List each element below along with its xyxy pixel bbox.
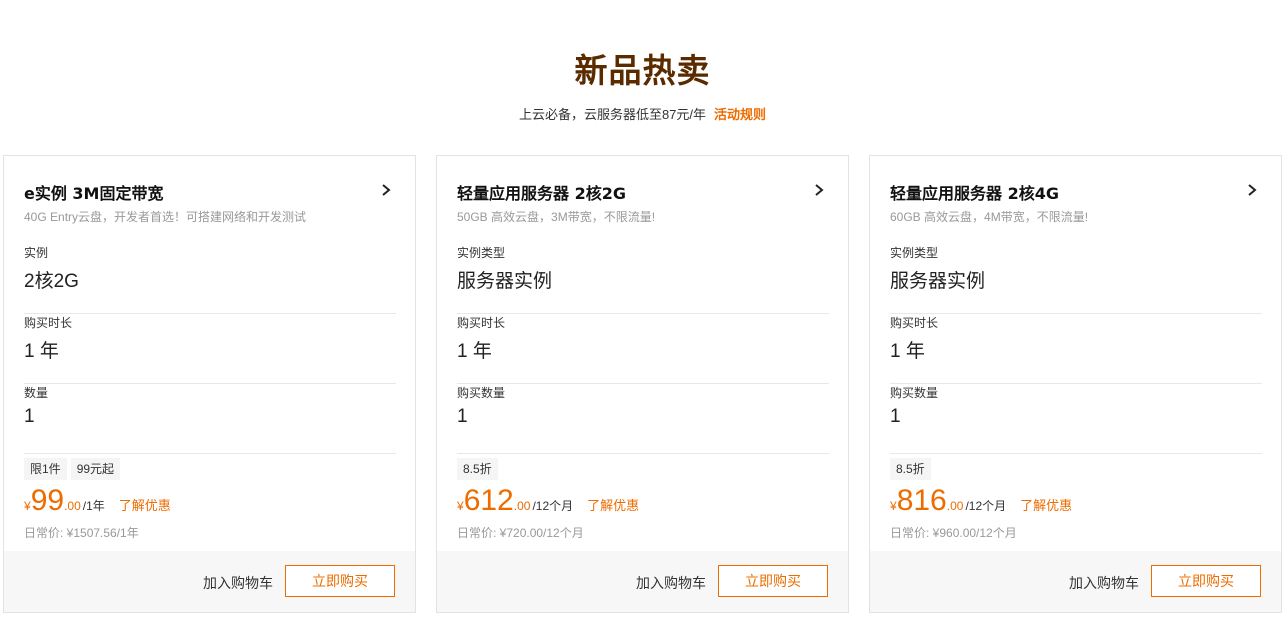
field-label: 购买时长 xyxy=(457,316,506,330)
duration-field[interactable]: 购买时长 1 年 xyxy=(890,314,1262,384)
add-to-cart-link[interactable]: 加入购物车 xyxy=(636,573,706,593)
card-footer: 加入购物车 立即购买 xyxy=(870,551,1281,612)
price-decimal: .00 xyxy=(513,499,531,513)
currency-symbol: ¥ xyxy=(890,499,897,513)
field-label: 实例类型 xyxy=(457,246,506,260)
field-value[interactable]: 2核2G xyxy=(24,266,79,293)
chevron-right-icon[interactable] xyxy=(1245,182,1259,198)
field-value[interactable]: 1 xyxy=(890,406,901,428)
section-title: 新品热卖 xyxy=(574,51,711,90)
tag: 8.5折 xyxy=(457,458,498,480)
field-label: 实例 xyxy=(24,246,49,260)
field-label: 购买时长 xyxy=(890,316,939,330)
instance-field[interactable]: 实例 2核2G xyxy=(24,244,396,314)
price-unit: /1年 xyxy=(82,499,105,513)
price-integer: 816 xyxy=(896,484,947,517)
product-card: 轻量应用服务器 2核2G 50GB 高效云盘，3M带宽，不限流量! 实例类型 服… xyxy=(436,155,849,613)
add-to-cart-link[interactable]: 加入购物车 xyxy=(1069,573,1139,593)
section-subtitle: 上云必备，云服务器低至87元/年 活动规则 xyxy=(0,104,1285,123)
card-description: 50GB 高效云盘，3M带宽，不限流量! xyxy=(457,210,656,224)
price-integer: 99 xyxy=(30,484,65,517)
quantity-field[interactable]: 购买数量 1 xyxy=(890,384,1262,454)
price: ¥612.00/12个月 了解优惠 xyxy=(457,484,639,518)
price-decimal: .00 xyxy=(64,499,81,513)
field-value[interactable]: 1 年 xyxy=(24,336,59,363)
card-description: 60GB 高效云盘，4M带宽，不限流量! xyxy=(890,210,1089,224)
tag-list: 8.5折 xyxy=(457,458,502,480)
price-unit: /12个月 xyxy=(965,499,1007,513)
tag: 限1件 xyxy=(24,458,67,480)
promo-link[interactable]: 了解优惠 xyxy=(587,498,639,513)
field-value[interactable]: 1 年 xyxy=(457,336,492,363)
chevron-right-icon[interactable] xyxy=(379,182,393,198)
quantity-field[interactable]: 数量 1 xyxy=(24,384,396,454)
regular-price: 日常价: ¥960.00/12个月 xyxy=(890,526,1017,540)
field-value[interactable]: 1 xyxy=(457,406,468,428)
tag-list: 8.5折 xyxy=(890,458,935,480)
field-label: 购买数量 xyxy=(890,386,939,400)
duration-field[interactable]: 购买时长 1 年 xyxy=(24,314,396,384)
rules-link[interactable]: 活动规则 xyxy=(714,107,766,122)
subtitle-text: 上云必备，云服务器低至87元/年 xyxy=(518,107,707,122)
buy-now-button[interactable]: 立即购买 xyxy=(1151,565,1261,597)
buy-now-button[interactable]: 立即购买 xyxy=(285,565,395,597)
card-title[interactable]: 轻量应用服务器 2核4G xyxy=(890,180,1059,204)
price: ¥816.00/12个月 了解优惠 xyxy=(890,484,1072,518)
price-unit: /12个月 xyxy=(532,499,574,513)
card-footer: 加入购物车 立即购买 xyxy=(4,551,415,612)
price: ¥99.00/1年 了解优惠 xyxy=(24,484,171,518)
field-label: 购买数量 xyxy=(457,386,506,400)
chevron-right-icon[interactable] xyxy=(812,182,826,198)
card-title[interactable]: 轻量应用服务器 2核2G xyxy=(457,180,626,204)
field-value[interactable]: 服务器实例 xyxy=(457,266,552,293)
currency-symbol: ¥ xyxy=(24,499,31,513)
tag: 99元起 xyxy=(70,458,121,480)
buy-now-button[interactable]: 立即购买 xyxy=(718,565,828,597)
add-to-cart-link[interactable]: 加入购物车 xyxy=(203,573,273,593)
quantity-field[interactable]: 购买数量 1 xyxy=(457,384,829,454)
card-title[interactable]: e实例 3M固定带宽 xyxy=(24,180,163,204)
tag: 8.5折 xyxy=(890,458,931,480)
field-label: 实例类型 xyxy=(890,246,939,260)
field-label: 数量 xyxy=(24,386,49,400)
promo-link[interactable]: 了解优惠 xyxy=(1020,498,1072,513)
instance-type-field[interactable]: 实例类型 服务器实例 xyxy=(457,244,829,314)
product-card: 轻量应用服务器 2核4G 60GB 高效云盘，4M带宽，不限流量! 实例类型 服… xyxy=(869,155,1282,613)
currency-symbol: ¥ xyxy=(457,499,464,513)
field-label: 购买时长 xyxy=(24,316,73,330)
product-card: e实例 3M固定带宽 40G Entry云盘，开发者首选！可搭建网络和开发测试 … xyxy=(3,155,416,613)
field-value[interactable]: 服务器实例 xyxy=(890,266,985,293)
instance-type-field[interactable]: 实例类型 服务器实例 xyxy=(890,244,1262,314)
card-description: 40G Entry云盘，开发者首选！可搭建网络和开发测试 xyxy=(24,210,307,224)
price-integer: 612 xyxy=(463,484,514,517)
regular-price: 日常价: ¥1507.56/1年 xyxy=(24,526,139,540)
card-footer: 加入购物车 立即购买 xyxy=(437,551,848,612)
price-decimal: .00 xyxy=(946,499,964,513)
field-value[interactable]: 1 年 xyxy=(890,336,925,363)
tag-list: 限1件 99元起 xyxy=(24,458,124,480)
field-value[interactable]: 1 xyxy=(24,406,35,428)
regular-price: 日常价: ¥720.00/12个月 xyxy=(457,526,584,540)
promo-link[interactable]: 了解优惠 xyxy=(119,498,171,513)
duration-field[interactable]: 购买时长 1 年 xyxy=(457,314,829,384)
